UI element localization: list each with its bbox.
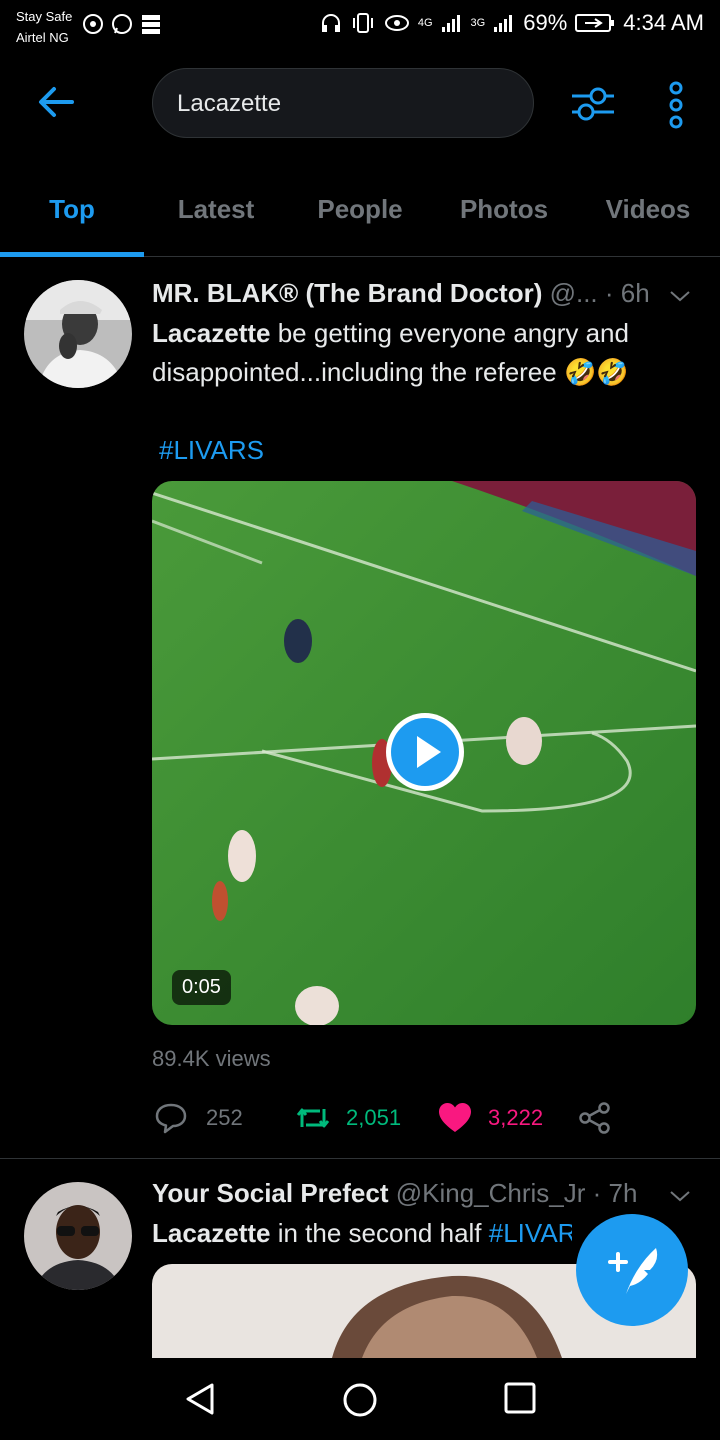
tweet-actions: 252 2,051 3,222 bbox=[152, 1096, 692, 1140]
like-button[interactable]: 3,222 bbox=[438, 1096, 543, 1140]
retweet-icon bbox=[296, 1108, 330, 1128]
carrier-line2: Airtel NG bbox=[16, 30, 69, 45]
whatsapp-icon bbox=[112, 14, 132, 34]
tab-videos[interactable]: Videos bbox=[576, 162, 720, 256]
tab-top-label: Top bbox=[49, 194, 95, 224]
football-icon bbox=[83, 14, 103, 34]
carrier-line1: Stay Safe bbox=[16, 9, 73, 24]
carrier-info: Stay Safe Airtel NG bbox=[16, 6, 72, 48]
compose-icon bbox=[608, 1248, 658, 1294]
signal-icon-2 bbox=[494, 15, 513, 32]
play-button[interactable] bbox=[386, 713, 464, 791]
storage-icon bbox=[142, 15, 160, 34]
tab-photos-label: Photos bbox=[459, 194, 549, 224]
more-options-icon[interactable] bbox=[664, 80, 688, 130]
system-nav-bar bbox=[0, 1358, 720, 1440]
tab-latest-label: Latest bbox=[177, 194, 255, 224]
tweet-divider bbox=[0, 1158, 720, 1159]
active-tab-indicator bbox=[0, 252, 144, 257]
nav-back-icon[interactable] bbox=[184, 1382, 216, 1416]
avatar-photo bbox=[24, 1182, 132, 1290]
tab-people[interactable]: People bbox=[288, 162, 432, 256]
view-count: 89.4K views bbox=[152, 1046, 271, 1071]
author-name[interactable]: Your Social Prefect bbox=[152, 1178, 389, 1208]
tab-photos[interactable]: Photos bbox=[432, 162, 576, 256]
filter-icon[interactable] bbox=[570, 82, 616, 126]
search-header bbox=[0, 52, 720, 162]
tweet-time: · 7h bbox=[592, 1178, 638, 1208]
avatar-photo bbox=[24, 280, 132, 388]
network-4g: 4G bbox=[417, 16, 433, 29]
video-duration: 0:05 bbox=[172, 970, 231, 1005]
vibrate-icon bbox=[352, 13, 373, 33]
play-icon bbox=[391, 718, 459, 786]
chevron-down-icon[interactable] bbox=[668, 1186, 692, 1206]
nav-home-icon[interactable] bbox=[342, 1382, 378, 1418]
author-handle[interactable]: @... bbox=[550, 278, 598, 308]
tweet-text: Lacazette be getting everyone angry and … bbox=[152, 314, 682, 392]
share-button[interactable] bbox=[578, 1096, 612, 1140]
notification-icons bbox=[82, 12, 162, 36]
keyword: Lacazette bbox=[152, 318, 271, 348]
compose-tweet-button[interactable] bbox=[576, 1214, 688, 1326]
video-player[interactable]: 0:05 bbox=[152, 481, 696, 1025]
eye-icon bbox=[384, 15, 409, 31]
hashtag-link[interactable]: #LIVARS bbox=[159, 431, 689, 470]
avatar[interactable] bbox=[24, 1182, 132, 1290]
status-bar: Stay Safe Airtel NG 4G 3G 69% 4:34 AM bbox=[0, 0, 720, 52]
avatar[interactable] bbox=[24, 280, 132, 388]
back-arrow-icon[interactable] bbox=[34, 80, 78, 124]
headphones-icon bbox=[321, 14, 340, 32]
tab-top[interactable]: Top bbox=[0, 162, 144, 257]
reply-icon bbox=[155, 1103, 187, 1134]
tweet-text-rest: in the second half bbox=[270, 1218, 489, 1248]
tab-videos-label: Videos bbox=[605, 194, 691, 224]
battery-percent: 69% bbox=[523, 10, 568, 35]
chevron-down-icon[interactable] bbox=[668, 286, 692, 306]
tweet-text: Lacazette in the second half #LIVARS bbox=[152, 1214, 572, 1253]
share-icon bbox=[579, 1102, 610, 1134]
heart-icon bbox=[439, 1103, 471, 1132]
tweet-time: · 6h bbox=[604, 278, 650, 308]
battery-icon bbox=[575, 14, 615, 32]
reply-count: 252 bbox=[206, 1105, 243, 1130]
tweet-header: MR. BLAK® (The Brand Doctor) @... · 6h bbox=[152, 278, 650, 309]
network-3g: 3G bbox=[470, 16, 486, 29]
search-input[interactable] bbox=[175, 69, 509, 139]
retweet-count: 2,051 bbox=[346, 1105, 402, 1130]
author-handle[interactable]: @King_Chris_Jr bbox=[396, 1178, 586, 1208]
clock: 4:34 AM bbox=[623, 10, 704, 35]
nav-recents-icon[interactable] bbox=[504, 1382, 536, 1414]
tab-latest[interactable]: Latest bbox=[144, 162, 288, 256]
tab-people-label: People bbox=[317, 194, 403, 224]
author-name[interactable]: MR. BLAK® (The Brand Doctor) bbox=[152, 278, 542, 308]
keyword: Lacazette bbox=[152, 1218, 271, 1248]
tweet-header: Your Social Prefect @King_Chris_Jr · 7h bbox=[152, 1178, 637, 1209]
search-box[interactable] bbox=[152, 68, 534, 139]
search-tabs: Top Latest People Photos Videos bbox=[0, 162, 720, 257]
like-count: 3,222 bbox=[488, 1105, 544, 1130]
status-right: 4G 3G 69% 4:34 AM bbox=[320, 10, 704, 36]
reply-button[interactable]: 252 bbox=[154, 1096, 243, 1140]
signal-icon bbox=[441, 15, 460, 32]
retweet-button[interactable]: 2,051 bbox=[294, 1096, 401, 1140]
hashtag-link[interactable]: #LIVARS bbox=[489, 1218, 572, 1248]
